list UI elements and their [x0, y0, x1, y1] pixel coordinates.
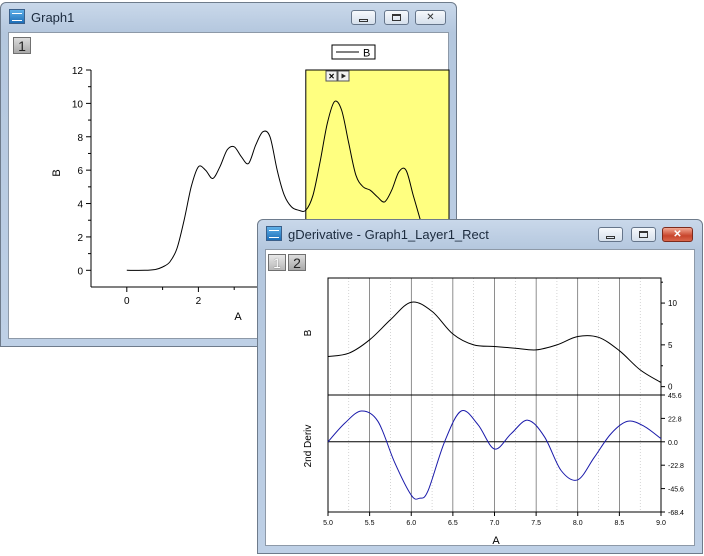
graph-window-icon: [266, 226, 282, 241]
top-y-tick-label: 10: [668, 299, 677, 308]
graph1-x-axis-label: A: [234, 311, 242, 323]
bottom-x-tick-label: 8.5: [615, 520, 625, 527]
graph1-y-tick-label: 4: [77, 200, 83, 211]
bottom-y-tick-label: 45.6: [668, 393, 682, 400]
gderivative-title: gDerivative - Graph1_Layer1_Rect: [288, 227, 489, 242]
graph1-y-tick-label: 10: [72, 99, 84, 110]
bottom-x-tick-label: 5.5: [365, 520, 375, 527]
minimize-icon: [606, 236, 615, 239]
gderivative-chart[interactable]: 0 5 10 45.6 22.8 0.0 -22.8 -45.6 -68.4 5.0 5.5 6.0 6…: [266, 250, 696, 547]
graph1-y-tick-label: 12: [72, 66, 84, 77]
bottom-x-tick-label: 9.0: [656, 520, 666, 527]
bottom-y-tick-label: -68.4: [668, 510, 684, 517]
graph1-title: Graph1: [31, 10, 75, 25]
bottom-x-axis-label: A: [492, 535, 500, 547]
bottom-x-tick-label: 5.0: [323, 520, 333, 527]
graph1-titlebar[interactable]: Graph1 ✕: [1, 3, 456, 31]
gderivative-close-button[interactable]: ✕: [662, 227, 693, 242]
graph1-x-tick-label: 0: [124, 296, 130, 307]
gderivative-maximize-button[interactable]: [631, 227, 656, 242]
region-close-icon: ×: [329, 72, 335, 83]
top-y-tick-label: 0: [668, 383, 673, 392]
graph1-legend[interactable]: B: [331, 44, 376, 60]
bottom-x-tick-label: 6.0: [406, 520, 416, 527]
maximize-icon: [392, 14, 401, 21]
bottom-y-tick-label: -45.6: [668, 487, 684, 494]
bottom-x-tick-label: 7.0: [490, 520, 500, 527]
close-icon: ✕: [426, 12, 435, 23]
top-y-tick-label: 5: [668, 341, 673, 350]
graph1-y-tick-label: 8: [77, 133, 83, 144]
close-icon: ✕: [673, 229, 682, 240]
graph1-maximize-button[interactable]: [384, 10, 409, 25]
maximize-icon: [639, 231, 648, 238]
graph1-x-tick-label: 2: [196, 296, 202, 307]
bottom-x-tick-label: 8.0: [573, 520, 583, 527]
region-buttons: ×: [325, 70, 350, 83]
graph1-y-axis-label: B: [51, 169, 63, 176]
gderivative-frame: [327, 277, 665, 516]
gderivative-minimize-button[interactable]: [598, 227, 623, 242]
bottom-y-tick-label: 0.0: [668, 440, 678, 447]
bottom-x-tick-label: 6.5: [448, 520, 458, 527]
gderivative-titlebar[interactable]: gDerivative - Graph1_Layer1_Rect ✕: [258, 220, 702, 248]
gderivative-client-area[interactable]: 1 2 0 5 10 45.6 22.8 0.0 -22.8 -45.6 -68.4 5.0 5.5…: [265, 249, 696, 547]
graph-window-icon: [9, 9, 25, 24]
bottom-y-axis-label: 2nd Deriv: [303, 425, 314, 468]
legend-label: B: [363, 48, 370, 60]
graph1-tick-labels: 024681012024: [72, 66, 273, 307]
minimize-icon: [359, 19, 368, 22]
graph1-minimize-button[interactable]: [351, 10, 376, 25]
graph1-close-button[interactable]: ✕: [415, 10, 446, 25]
graph1-y-tick-label: 0: [77, 266, 83, 277]
bottom-y-tick-label: -22.8: [668, 463, 684, 470]
bottom-x-tick-label: 7.5: [531, 520, 541, 527]
graph1-y-tick-label: 6: [77, 166, 83, 177]
bottom-y-tick-label: 22.8: [668, 416, 682, 423]
graph1-y-tick-label: 2: [77, 233, 83, 244]
gderivative-window[interactable]: gDerivative - Graph1_Layer1_Rect ✕ 1 2 0…: [257, 219, 703, 554]
top-y-axis-label: B: [303, 329, 314, 336]
